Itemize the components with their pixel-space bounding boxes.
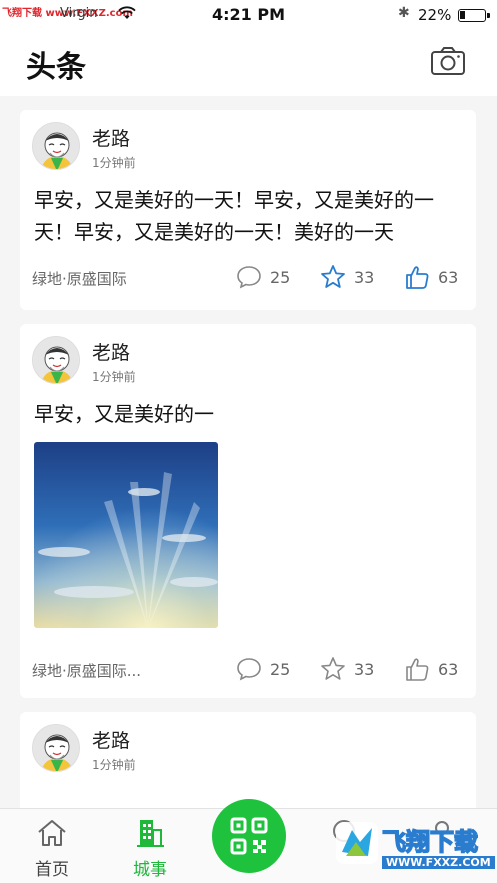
post-content[interactable]: 早安，又是美好的一天！早安，又是美好的一天！早安，又是美好的一天！美好的一天 — [34, 184, 464, 248]
watermark-url: WWW.FXXZ.COM — [382, 856, 495, 869]
author-name[interactable]: 老路 — [92, 124, 130, 151]
battery-icon — [458, 9, 490, 22]
comment-icon — [237, 266, 261, 289]
star-count: 33 — [354, 267, 375, 287]
home-icon — [38, 820, 66, 846]
post-card[interactable]: 老路 1分钟前 早安，又是美好的一 绿地·原盛国际... 25 33 63 — [20, 324, 476, 698]
star-icon — [321, 657, 345, 680]
page-header: 头条 — [0, 30, 497, 96]
like-button[interactable]: 63 — [404, 262, 458, 292]
tab-city[interactable]: 城事 — [110, 809, 190, 883]
post-time: 1分钟前 — [92, 156, 136, 170]
avatar[interactable] — [32, 122, 80, 170]
thumbs-up-icon — [406, 266, 429, 289]
post-time: 1分钟前 — [92, 758, 136, 772]
like-count: 63 — [438, 659, 459, 679]
camera-icon[interactable] — [430, 46, 466, 76]
comment-icon — [237, 658, 261, 681]
star-icon — [321, 265, 345, 288]
avatar[interactable] — [32, 724, 80, 772]
tab-home[interactable]: 首页 — [12, 809, 92, 883]
star-count: 33 — [354, 659, 375, 679]
watermark-name: 飞翔下载 — [381, 827, 479, 857]
author-name[interactable]: 老路 — [92, 726, 130, 753]
post-location: 绿地·原盛国际 — [32, 270, 127, 288]
qr-code-icon — [230, 817, 268, 855]
thumbs-up-icon — [406, 658, 429, 681]
post-image[interactable] — [34, 442, 218, 628]
tab-home-label: 首页 — [35, 860, 69, 880]
like-count: 63 — [438, 267, 459, 287]
sky-photo — [34, 442, 218, 628]
avatar-illustration — [33, 725, 79, 771]
page-title: 头条 — [26, 50, 86, 85]
favorite-button[interactable]: 33 — [320, 262, 374, 292]
watermark-bottom-right: 飞翔下载 WWW.FXXZ.COM — [332, 812, 495, 878]
avatar-illustration — [33, 337, 79, 383]
battery-percent: 22% — [418, 6, 452, 24]
comment-button[interactable]: 25 — [236, 262, 290, 292]
avatar-illustration — [33, 123, 79, 169]
building-icon — [137, 820, 164, 847]
comment-count: 25 — [270, 659, 291, 679]
status-bar: 飞翔下载 www.FXXZ.com Virgin 4:21 PM ✱ 22% — [0, 0, 497, 30]
author-name[interactable]: 老路 — [92, 338, 130, 365]
comment-count: 25 — [270, 267, 291, 287]
post-time: 1分钟前 — [92, 370, 136, 384]
post-location: 绿地·原盛国际... — [32, 662, 142, 680]
post-card[interactable]: 老路 1分钟前 早安，又是美好的一天！早安，又是美好的一天！早安，又是美好的一天… — [20, 110, 476, 310]
tab-city-label: 城事 — [133, 860, 167, 880]
post-meta: 绿地·原盛国际 25 33 63 — [32, 262, 476, 292]
bluetooth-icon: ✱ — [398, 5, 410, 21]
post-content[interactable]: 早安，又是美好的一 — [34, 398, 464, 430]
comment-button[interactable]: 25 — [236, 654, 290, 684]
avatar[interactable] — [32, 336, 80, 384]
favorite-button[interactable]: 33 — [320, 654, 374, 684]
post-meta: 绿地·原盛国际... 25 33 63 — [32, 654, 476, 684]
like-button[interactable]: 63 — [404, 654, 458, 684]
qr-scan-button[interactable] — [212, 799, 286, 873]
